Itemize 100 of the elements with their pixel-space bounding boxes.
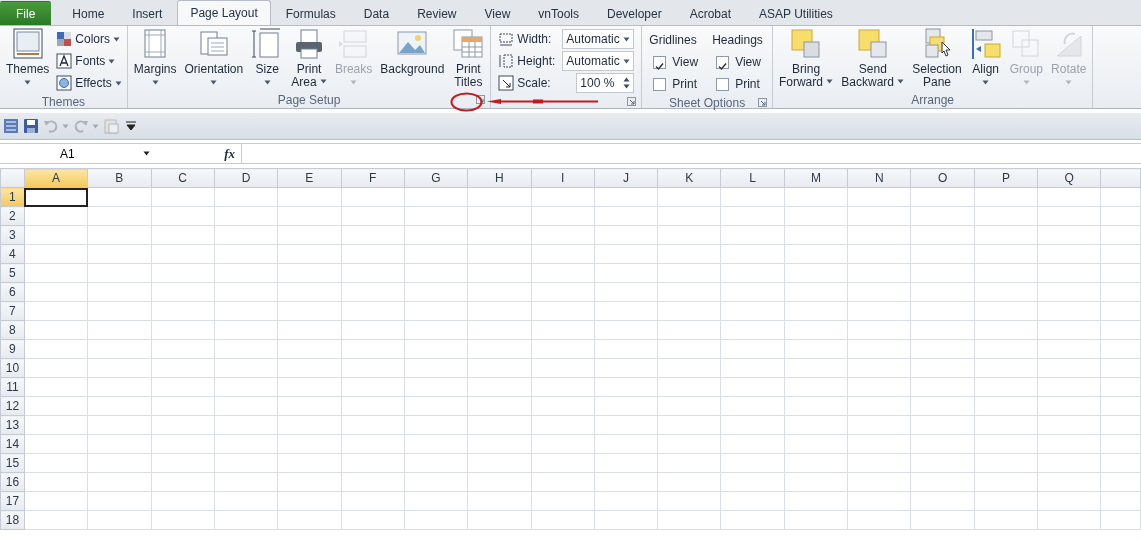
column-header[interactable]: C [151, 168, 215, 188]
spinner-arrows-icon [623, 77, 631, 89]
column-header[interactable]: O [910, 168, 975, 188]
column-header[interactable]: A [24, 168, 88, 188]
squares-icon [790, 28, 823, 60]
dialog-launcher-icon[interactable] [476, 95, 486, 104]
ribbon-button[interactable]: Selection Pane [909, 28, 965, 92]
group-label: Sheet Options [669, 95, 746, 112]
field-label: Scale: [517, 75, 552, 92]
font-icon [56, 53, 73, 69]
option-heading: Headings [712, 32, 764, 49]
column-header[interactable]: E [277, 168, 341, 188]
column-header[interactable]: Q [1037, 168, 1101, 188]
ribbon-button[interactable]: Orientation [181, 28, 247, 92]
width-icon [498, 31, 515, 47]
function-label: fx [224, 144, 235, 163]
caret-icon [210, 80, 218, 85]
themes-icon [11, 28, 44, 60]
save-icon [23, 118, 39, 134]
column-header[interactable]: I [531, 168, 595, 188]
ribbon-button[interactable]: Print Titles [449, 28, 488, 92]
caret-icon [1065, 80, 1073, 85]
ribbon-button[interactable]: Print Area [288, 28, 330, 92]
option-heading: Gridlines [649, 32, 698, 49]
ribbon-tab[interactable]: Data [350, 1, 403, 25]
ribbon-tab[interactable]: vnTools [525, 1, 592, 25]
ribbon-tab[interactable]: Page Layout [177, 0, 271, 25]
dropdown-field[interactable]: Automatic [562, 29, 635, 49]
group-label: Themes [41, 94, 86, 111]
ribbon-button[interactable]: Effects [54, 72, 124, 94]
scale-icon [498, 75, 515, 91]
toolbar-button[interactable] [23, 118, 39, 134]
caret-icon [114, 80, 122, 86]
column-header[interactable]: F [341, 168, 405, 188]
caret-icon [623, 36, 631, 42]
field-label: Height: [517, 53, 557, 70]
caret-icon [982, 80, 990, 85]
caret-icon [113, 36, 121, 42]
spinner-field[interactable]: 100 % [576, 73, 635, 93]
column-header[interactable]: H [467, 168, 531, 188]
lines-icon [337, 28, 370, 60]
caret-icon [1022, 80, 1030, 85]
ribbon-button[interactable]: Bring Forward [775, 28, 837, 92]
ribbon-tab[interactable]: ASAP Utilities [746, 1, 846, 25]
column-header[interactable]: B [87, 168, 152, 188]
check-icon [654, 60, 666, 72]
dropdown-field[interactable]: Automatic [562, 51, 635, 71]
ribbon-tab[interactable]: Formulas [272, 1, 349, 25]
height-icon [498, 53, 515, 69]
ribbon-button[interactable]: Themes [3, 28, 53, 94]
field-label: Width: [517, 31, 553, 48]
caret-icon [108, 58, 116, 64]
redo-icon [73, 118, 89, 134]
column-header[interactable]: K [657, 168, 721, 188]
caret-icon [826, 78, 834, 84]
ribbon-tab[interactable]: Review [404, 1, 470, 25]
caret-icon [92, 123, 99, 129]
align-icon [969, 28, 1002, 60]
column-header[interactable]: J [594, 168, 658, 188]
active-cell[interactable] [24, 187, 88, 207]
dialog-launcher-icon[interactable] [757, 98, 767, 107]
checkbox-option[interactable]: Print [712, 73, 765, 95]
caret-icon [623, 58, 631, 64]
check-icon [717, 60, 729, 72]
column-header[interactable]: L [720, 168, 785, 188]
group-label: Arrange [911, 92, 954, 109]
column-header[interactable]: P [974, 168, 1038, 188]
clipboard-icon [103, 118, 119, 134]
checkbox-option[interactable]: View [712, 51, 765, 73]
spreadsheet-icon [3, 118, 19, 134]
group-label: Page Setup [277, 92, 341, 109]
caret-icon [62, 123, 69, 129]
ribbon-tab[interactable]: Home [59, 1, 118, 25]
column-header[interactable]: N [847, 168, 911, 188]
table-icon [452, 28, 485, 60]
caret-icon [319, 78, 327, 84]
column-header[interactable]: G [404, 168, 468, 188]
column-header[interactable]: D [214, 168, 278, 188]
ribbon-tab[interactable]: View [471, 1, 524, 25]
ribbon-tab[interactable]: File [0, 1, 52, 25]
caret-icon [151, 80, 159, 85]
ribbon-button[interactable]: Background [377, 28, 448, 92]
caret-icon [350, 80, 358, 85]
ribbon-button[interactable]: Size [248, 28, 287, 92]
ribbon-button[interactable]: Send Backward [838, 28, 908, 92]
ribbon-tab[interactable]: Acrobat [676, 1, 745, 25]
ribbon-button[interactable]: Colors [54, 28, 124, 50]
caret-icon [24, 80, 32, 85]
column-header[interactable]: M [784, 168, 848, 188]
ribbon-tab[interactable]: Insert [119, 1, 176, 25]
ribbon-tab[interactable]: Developer [594, 1, 675, 25]
caret-icon [143, 151, 150, 156]
palette-icon [56, 31, 73, 47]
undo-icon [43, 118, 59, 134]
ribbon-button[interactable]: Margins [130, 28, 180, 92]
checkbox-option[interactable]: Print [649, 73, 703, 95]
ribbon-button[interactable]: Fonts [54, 50, 124, 72]
dialog-launcher-icon[interactable] [627, 97, 637, 106]
checkbox-option[interactable]: View [649, 51, 703, 73]
ribbon-button[interactable]: Align [966, 28, 1005, 92]
